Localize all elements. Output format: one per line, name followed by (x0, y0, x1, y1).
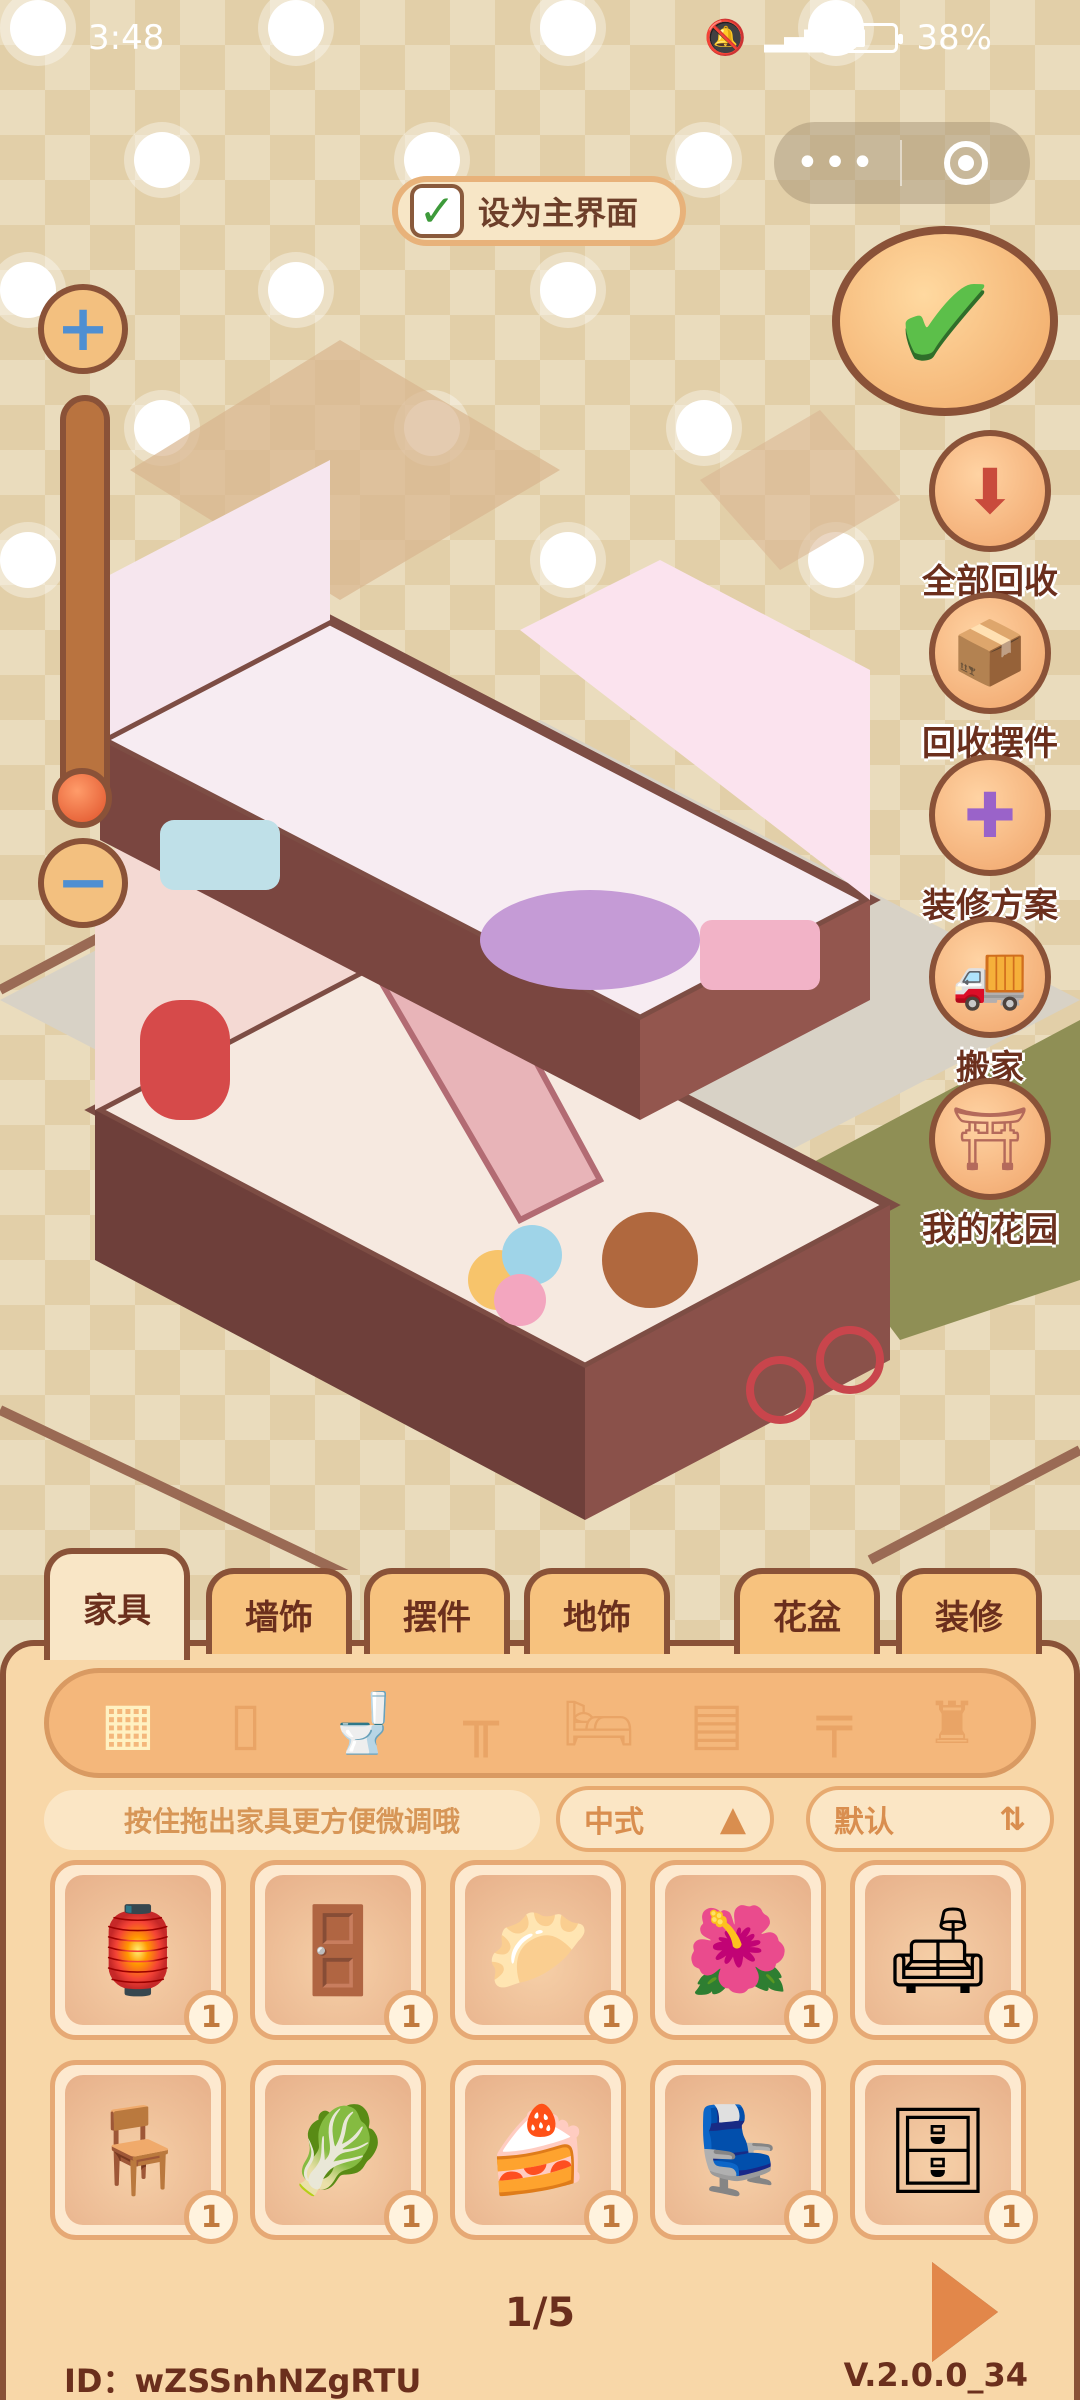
recycle-all-box-icon: ⬇ (929, 430, 1051, 552)
style-filter-value: 中式 (584, 1805, 644, 1840)
sun-decoration (268, 0, 324, 56)
item-quantity-badge: 1 (384, 2190, 438, 2244)
status-time: 3:48 (88, 18, 165, 58)
target-icon (944, 141, 988, 185)
sun-decoration (808, 0, 864, 56)
status-bar: 3:48 🔕 ▂▄▆ 38% (0, 0, 1080, 80)
zoom-out-button[interactable]: − (38, 838, 128, 928)
confirm-checkmark-icon: ✔ (890, 245, 1000, 397)
plus-icon: + (56, 292, 110, 366)
sort-value: 默认 (834, 1805, 894, 1840)
item-quantity-badge: 1 (584, 2190, 638, 2244)
tab-wall-decor[interactable]: 墙饰 (206, 1568, 352, 1654)
my-garden-button[interactable]: ⛩ 我的花园 (900, 1078, 1080, 1251)
recycle-all-button[interactable]: ⬇ 全部回收 (900, 430, 1080, 603)
moving-truck-icon: 🚚 (929, 916, 1051, 1038)
set-as-main-toggle[interactable]: ✓ 设为主界面 (392, 176, 686, 246)
sun-decoration (134, 132, 190, 188)
confirm-button[interactable]: ✔ (832, 226, 1058, 416)
tab-label: 摆件 (403, 1597, 471, 1638)
category-tabs: 家具 墙饰 摆件 地饰 花盆 装修 (0, 1548, 1080, 1668)
furniture-category-bar: ▦ ▯ 🚽 ╥ 🛏 ▤ ╤ ♜ (44, 1668, 1036, 1778)
item-quantity-badge: 1 (184, 1990, 238, 2044)
item-quantity-badge: 1 (584, 1990, 638, 2044)
style-filter-dropdown[interactable]: 中式 ▲ (556, 1786, 774, 1852)
recycle-ornament-box-icon: 📦 (929, 592, 1051, 714)
tab-label: 地饰 (563, 1597, 631, 1638)
item-quantity-badge: 1 (984, 2190, 1038, 2244)
tab-flowerpots[interactable]: 花盆 (734, 1568, 880, 1654)
stool-icon[interactable]: ╥ (439, 1681, 523, 1765)
zoom-slider-thumb[interactable] (52, 768, 112, 828)
zoom-slider-track[interactable] (60, 395, 110, 825)
checkmark-icon: ✓ (410, 184, 464, 238)
renovation-plan-icon: ✚ (929, 754, 1051, 876)
tab-floor-decor[interactable]: 地饰 (524, 1568, 670, 1654)
tab-label: 装修 (935, 1597, 1003, 1638)
version-label: V.2.0.0_34 (843, 2356, 1028, 2394)
tab-renovation[interactable]: 装修 (896, 1568, 1042, 1654)
recycle-ornaments-button[interactable]: 📦 回收摆件 (900, 592, 1080, 765)
triangle-up-icon: ▲ (719, 1799, 746, 1839)
player-id: ID：wZSSnhNZgRTU (64, 2362, 422, 2400)
sun-decoration (540, 0, 596, 56)
tab-ornaments[interactable]: 摆件 (364, 1568, 510, 1654)
mute-icon: 🔕 (704, 18, 747, 58)
item-quantity-badge: 1 (384, 1990, 438, 2044)
set-as-main-label: 设为主界面 (478, 194, 639, 232)
close-miniprogram-button[interactable] (902, 141, 1030, 185)
battery-percent: 38% (916, 18, 992, 58)
item-quantity-badge: 1 (784, 1990, 838, 2044)
moving-button[interactable]: 🚚 搬家 (900, 916, 1080, 1089)
floor-lamp-icon[interactable]: ♜ (910, 1681, 994, 1765)
my-garden-label: 我的花园 (922, 1210, 1058, 1250)
cabinet-icon[interactable]: ▤ (675, 1681, 759, 1765)
more-options-button[interactable]: ••• (774, 140, 902, 186)
zoom-in-button[interactable]: + (38, 284, 128, 374)
tab-label: 墙饰 (245, 1597, 313, 1638)
minus-icon: − (56, 846, 110, 920)
drag-hint: 按住拖出家具更方便微调哦 (44, 1790, 540, 1850)
sun-decoration (10, 0, 66, 56)
tab-label: 家具 (83, 1590, 151, 1631)
item-quantity-badge: 1 (984, 1990, 1038, 2044)
item-quantity-badge: 1 (784, 2190, 838, 2244)
next-page-button[interactable] (932, 2262, 998, 2362)
toilet-icon[interactable]: 🚽 (321, 1681, 405, 1765)
page-indicator: 1/5 (504, 2290, 576, 2336)
mini-program-capsule: ••• (774, 122, 1030, 204)
sort-order-icon: ⇅ (999, 1800, 1026, 1838)
renovation-plan-button[interactable]: ✚ 装修方案 (900, 754, 1080, 927)
tab-label: 花盆 (773, 1597, 841, 1638)
tab-furniture[interactable]: 家具 (44, 1548, 190, 1660)
item-quantity-badge: 1 (184, 2190, 238, 2244)
garden-arch-icon: ⛩ (929, 1078, 1051, 1200)
bed-icon[interactable]: 🛏 (557, 1681, 641, 1765)
table-icon[interactable]: ╤ (792, 1681, 876, 1765)
sort-dropdown[interactable]: 默认 ⇅ (806, 1786, 1054, 1852)
all-grid-icon[interactable]: ▦ (86, 1681, 170, 1765)
fridge-icon[interactable]: ▯ (204, 1681, 288, 1765)
sun-decoration (676, 132, 732, 188)
